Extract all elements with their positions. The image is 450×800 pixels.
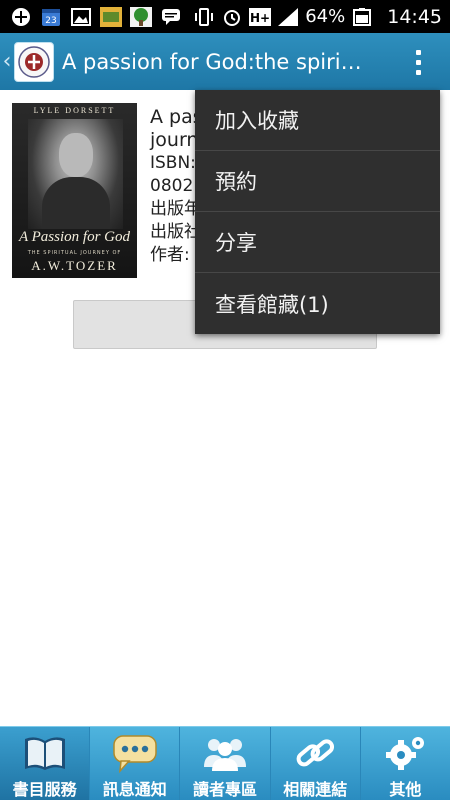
nav-item-catalog[interactable]: 書目服務 (0, 727, 91, 800)
nav-item-reader[interactable]: 讀者專區 (180, 727, 271, 800)
users-icon (201, 731, 249, 774)
menu-item-reserve[interactable]: 預約 (195, 151, 440, 212)
image-icon (70, 7, 92, 27)
nav-item-messages[interactable]: 訊息通知 (90, 727, 181, 800)
page-title: A passion for God:the spiritu... (62, 49, 362, 74)
nav-label-links: 相關連結 (283, 780, 348, 799)
add-icon (10, 7, 32, 27)
tree-app-icon (130, 6, 152, 27)
cover-author: LYLE DORSETT (33, 106, 116, 115)
back-chevron-icon[interactable]: ‹ (0, 33, 14, 90)
nav-label-other: 其他 (389, 780, 422, 799)
menu-item-share[interactable]: 分享 (195, 212, 440, 273)
cover-subtitle: THE SPIRITUAL JOURNEY OF (27, 250, 122, 256)
cover-name: A.W.TOZER (31, 258, 118, 273)
message-icon (160, 7, 182, 27)
game-app-icon (100, 6, 122, 27)
overflow-dot (415, 49, 421, 55)
menu-item-view-holdings[interactable]: 查看館藏(1) (195, 273, 440, 334)
network-type-icon: H+ (249, 7, 272, 27)
overflow-dot (415, 69, 421, 75)
nav-label-reader: 讀者專區 (193, 780, 258, 799)
svg-text:H+: H+ (250, 11, 270, 25)
chat-icon (111, 731, 159, 774)
battery-percent: 64% (305, 6, 346, 27)
overflow-dot (415, 59, 421, 65)
status-bar: 23 H+ 64% 14:45 (0, 0, 450, 33)
cover-suit (42, 177, 110, 229)
screen: { "status_bar": { "battery_percent": "64… (0, 0, 450, 800)
link-icon (291, 731, 339, 774)
book-icon (21, 731, 69, 774)
svg-text:23: 23 (45, 16, 56, 26)
gear-icon (381, 731, 429, 774)
alarm-icon (221, 7, 243, 27)
bottom-nav: 書目服務 訊息通知 讀者專區 相關連結 其他 (0, 726, 450, 800)
nav-item-other[interactable]: 其他 (361, 727, 450, 800)
cover-portrait (28, 119, 123, 229)
battery-icon (351, 7, 373, 27)
calendar-icon: 23 (40, 7, 62, 27)
nav-label-messages: 訊息通知 (102, 780, 167, 799)
nav-item-links[interactable]: 相關連結 (271, 727, 361, 800)
book-cover-image: LYLE DORSETT A Passion for God THE SPIRI… (12, 103, 137, 278)
signal-icon (277, 7, 299, 27)
cover-title: A Passion for God (19, 229, 130, 245)
action-bar: ‹ A passion for God:the spiritu... (0, 33, 450, 90)
nav-label-catalog: 書目服務 (12, 780, 77, 799)
clock: 14:45 (387, 5, 442, 28)
menu-item-add-favorite[interactable]: 加入收藏 (195, 90, 440, 151)
vibrate-icon (193, 7, 215, 27)
cover-face (59, 133, 93, 177)
app-logo[interactable] (14, 41, 54, 82)
overflow-menu-button[interactable] (406, 43, 430, 81)
overflow-menu: 加入收藏 預約 分享 查看館藏(1) (195, 90, 440, 334)
